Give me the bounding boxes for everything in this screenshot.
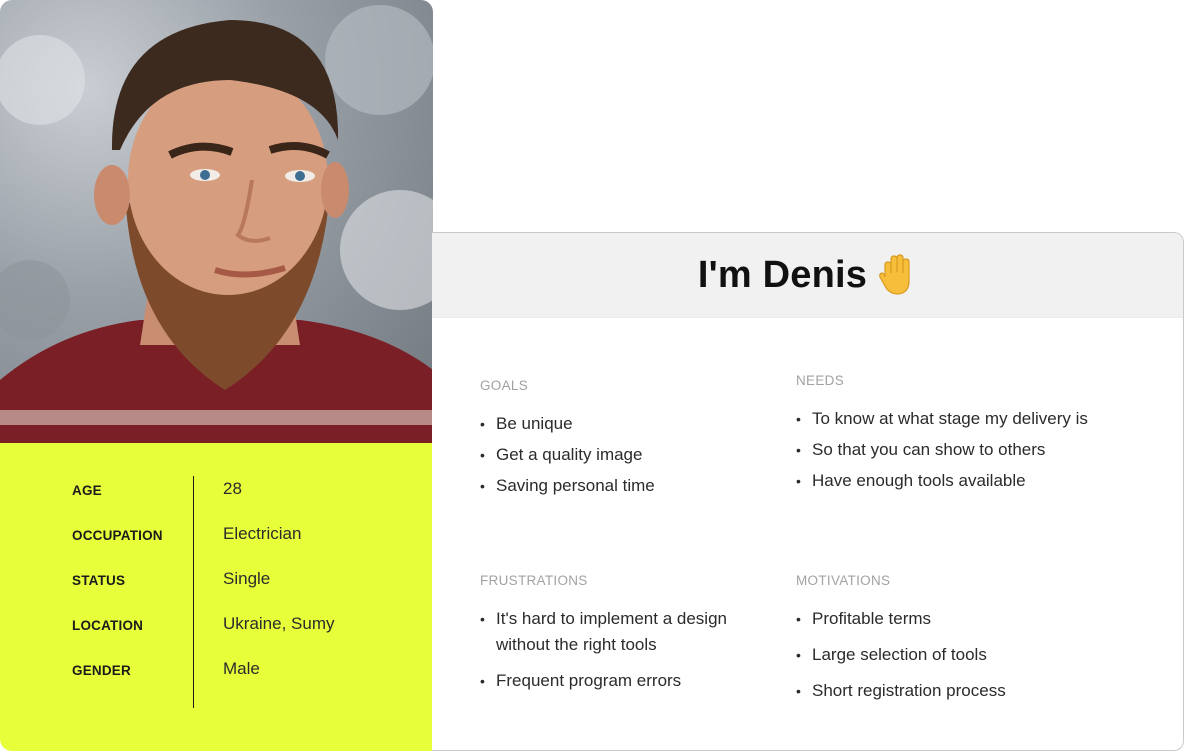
info-row-gender: GENDER Male: [0, 657, 433, 687]
list-item: Get a quality image: [480, 442, 810, 468]
info-label: AGE: [72, 483, 102, 498]
frustrations-section: FRUSTRATIONS It's hard to implement a de…: [480, 573, 750, 704]
needs-section: NEEDS To know at what stage my delivery …: [796, 373, 1136, 499]
list-item: So that you can show to others: [796, 437, 1136, 463]
goals-section: GOALS Be unique Get a quality image Savi…: [480, 378, 810, 504]
info-row-status: STATUS Single: [0, 567, 433, 597]
goals-title: GOALS: [480, 378, 529, 393]
card-header: I'm Denis: [432, 233, 1183, 318]
portrait-photo: [0, 5, 433, 443]
info-value: Male: [223, 659, 260, 678]
raised-hand-icon: [879, 254, 910, 295]
frustrations-title: FRUSTRATIONS: [480, 573, 588, 588]
list-item: To know at what stage my delivery is: [796, 406, 1136, 432]
motivations-section: MOTIVATIONS Profitable terms Large selec…: [796, 573, 1126, 714]
info-label: OCCUPATION: [72, 528, 163, 543]
list-item: Be unique: [480, 411, 810, 437]
persona-card: I'm Denis GOALS Be unique Get a quality …: [432, 232, 1184, 751]
profile-info-panel: AGE 28 OCCUPATION Electrician STATUS Sin…: [0, 443, 433, 751]
list-item: Short registration process: [796, 678, 1126, 704]
motivations-title: MOTIVATIONS: [796, 573, 891, 588]
info-value: Electrician: [223, 524, 302, 543]
info-row-location: LOCATION Ukraine, Sumy: [0, 612, 433, 642]
list-item: Frequent program errors: [480, 668, 750, 694]
list-item: It's hard to implement a design without …: [480, 606, 750, 658]
list-item: Have enough tools available: [796, 468, 1136, 494]
list-item: Profitable terms: [796, 606, 1126, 632]
list-item: Saving personal time: [480, 473, 810, 499]
info-label: STATUS: [72, 573, 126, 588]
info-row-age: AGE 28: [0, 477, 433, 507]
needs-title: NEEDS: [796, 373, 845, 388]
list-item: Large selection of tools: [796, 642, 1126, 668]
profile-photo: [0, 0, 433, 443]
info-row-occupation: OCCUPATION Electrician: [0, 522, 433, 552]
info-label: GENDER: [72, 663, 131, 678]
info-label: LOCATION: [72, 618, 144, 633]
page-title: I'm Denis: [697, 253, 868, 296]
info-value: Single: [223, 569, 271, 588]
info-value: 28: [223, 479, 242, 498]
info-value: Ukraine, Sumy: [223, 614, 335, 633]
